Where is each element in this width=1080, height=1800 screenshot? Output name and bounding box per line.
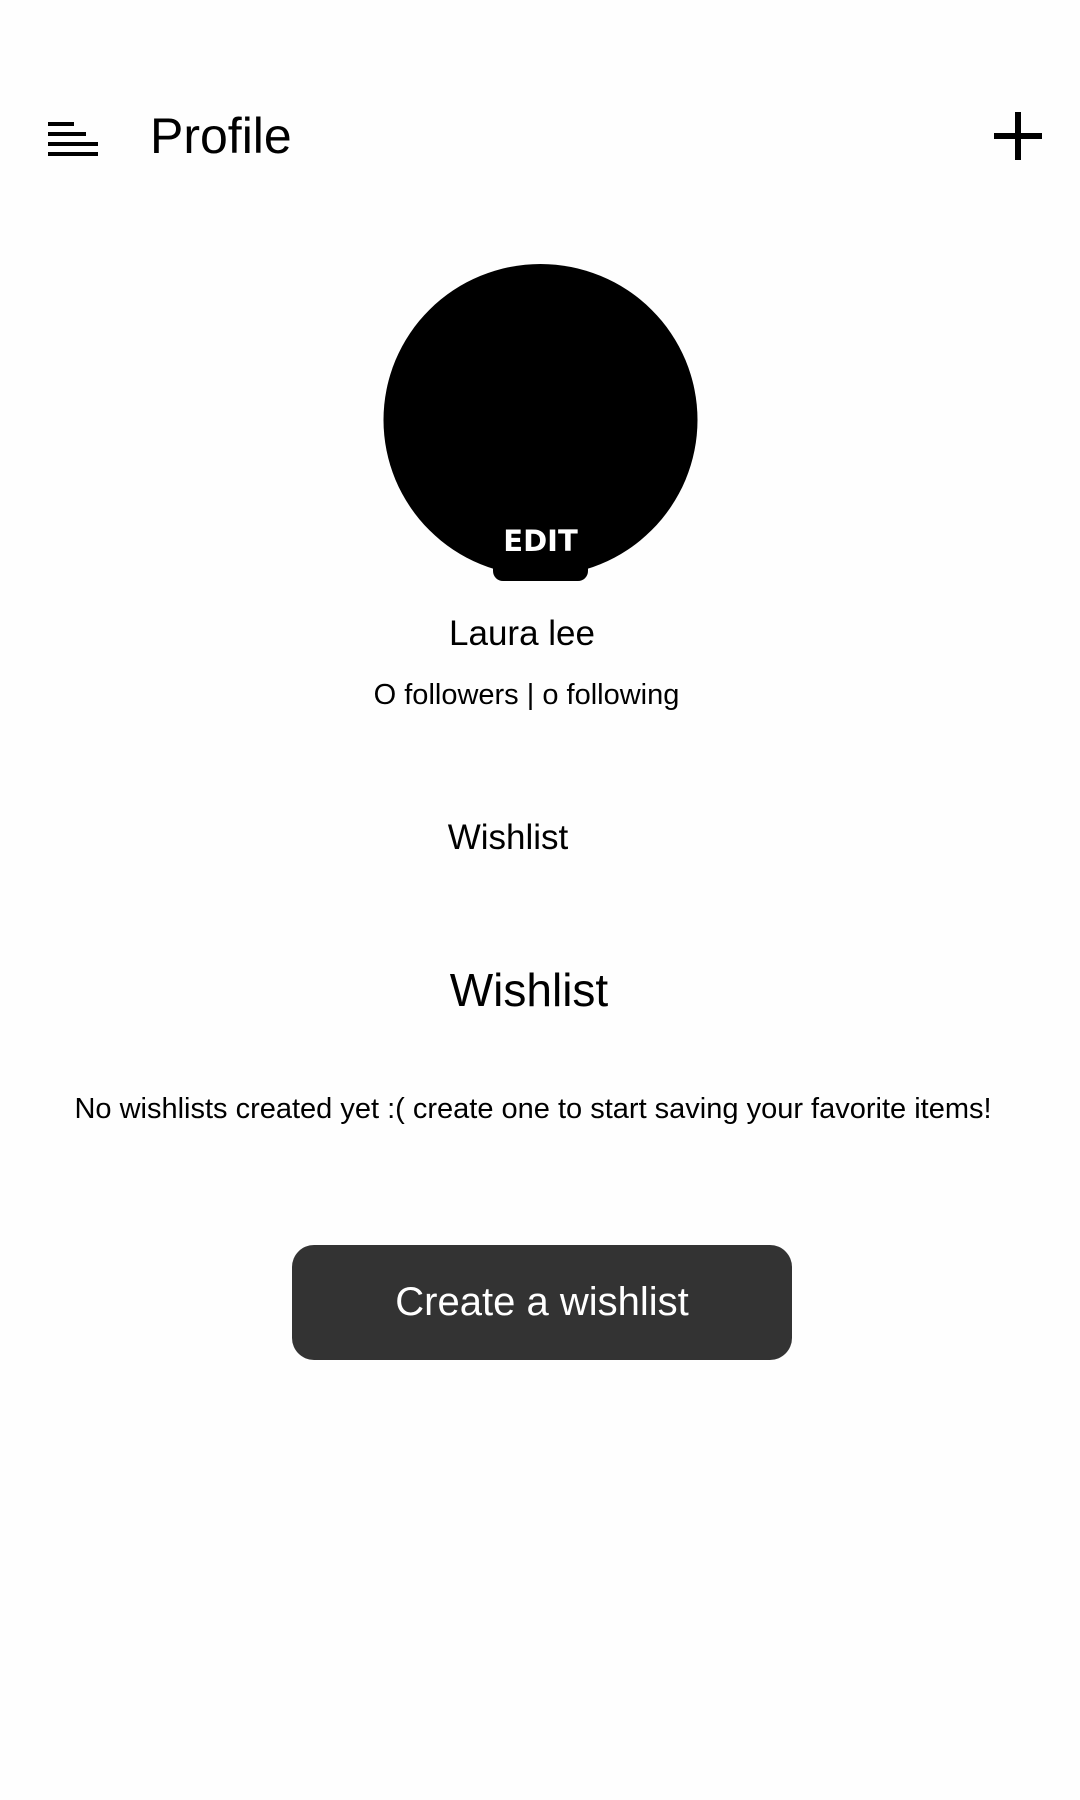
app-bar: Profile [0,96,1080,176]
wishlist-heading: Wishlist [449,964,609,1016]
menu-button[interactable] [36,100,108,172]
create-wishlist-button[interactable]: Create a wishlist [292,1245,792,1360]
follow-stats: O followers | o following [373,679,680,711]
avatar[interactable]: EDIT [383,263,698,581]
add-button[interactable] [986,104,1050,168]
tab-wishlist[interactable]: Wishlist [420,810,596,866]
menu-icon [36,100,108,172]
plus-icon [986,104,1050,168]
avatar-edit-label: EDIT [503,524,578,558]
page-title: Profile [150,108,292,164]
empty-state-message: No wishlists created yet :( create one t… [74,1093,992,1125]
user-name: Laura lee [449,614,595,653]
